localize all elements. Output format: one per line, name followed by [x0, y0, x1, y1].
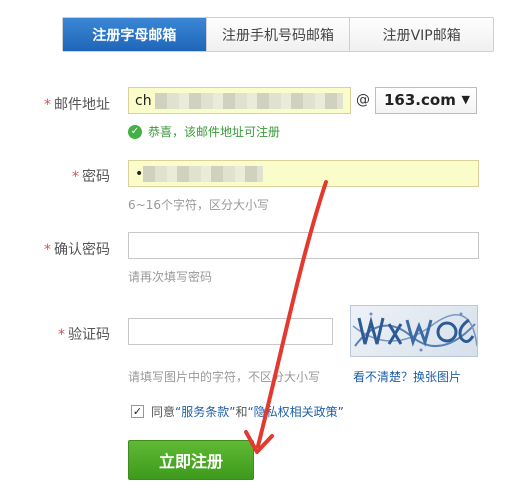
- privacy-policy-link[interactable]: “隐私权相关政策”: [247, 403, 343, 420]
- password-input[interactable]: •: [128, 160, 479, 187]
- agree-and: 和: [235, 405, 248, 419]
- register-button[interactable]: 立即注册: [128, 440, 254, 480]
- chevron-down-icon: ▼: [461, 93, 470, 106]
- redacted-blur: [155, 93, 343, 109]
- captcha-noise-graphic: [352, 312, 477, 352]
- check-circle-icon: ✓: [128, 124, 142, 139]
- email-available-message: ✓ 恭喜，该邮件地址可注册: [128, 123, 280, 140]
- domain-select[interactable]: 163.com ▼: [375, 87, 477, 114]
- password-hint: 6~16个字符，区分大小写: [128, 198, 269, 212]
- domain-value: 163.com: [384, 91, 456, 109]
- at-sign: @: [356, 92, 370, 108]
- password-label-text: 密码: [82, 169, 110, 185]
- confirm-password-label-text: 确认密码: [54, 242, 110, 258]
- required-mark: *: [44, 242, 51, 258]
- captcha-image[interactable]: [350, 305, 478, 357]
- refresh-captcha-link[interactable]: 看不清楚？换张图片: [353, 368, 461, 385]
- redacted-blur: [143, 166, 263, 182]
- tab-mobile-email[interactable]: 注册手机号码邮箱: [205, 18, 350, 51]
- registration-tabs: 注册字母邮箱 注册手机号码邮箱 注册VIP邮箱: [62, 17, 494, 52]
- confirm-password-hint: 请再次填写密码: [128, 270, 213, 284]
- password-label: * 密码: [20, 166, 110, 186]
- email-available-text: 恭喜，该邮件地址可注册: [148, 125, 281, 139]
- email-label: * 邮件地址: [20, 94, 110, 114]
- captcha-label-text: 验证码: [68, 327, 110, 343]
- required-mark: *: [72, 169, 79, 185]
- confirm-password-label: * 确认密码: [20, 239, 110, 259]
- required-mark: *: [58, 327, 65, 343]
- captcha-label: * 验证码: [20, 324, 110, 344]
- email-label-text: 邮件地址: [54, 97, 110, 113]
- email-value: ch: [135, 93, 152, 109]
- confirm-password-input[interactable]: [128, 232, 479, 259]
- agree-prefix: 同意: [151, 405, 176, 419]
- captcha-input[interactable]: [128, 318, 333, 345]
- agreement-row: ✓ 同意 “服务条款” 和 “隐私权相关政策”: [131, 403, 344, 420]
- tab-letter-email[interactable]: 注册字母邮箱: [63, 18, 206, 51]
- agree-checkbox[interactable]: ✓: [131, 405, 144, 418]
- required-mark: *: [44, 97, 51, 113]
- terms-link[interactable]: “服务条款”: [175, 403, 235, 420]
- tab-vip-email[interactable]: 注册VIP邮箱: [349, 18, 494, 51]
- captcha-hint: 请填写图片中的字符，不区分大小写: [128, 370, 321, 384]
- email-input[interactable]: ch: [128, 87, 351, 114]
